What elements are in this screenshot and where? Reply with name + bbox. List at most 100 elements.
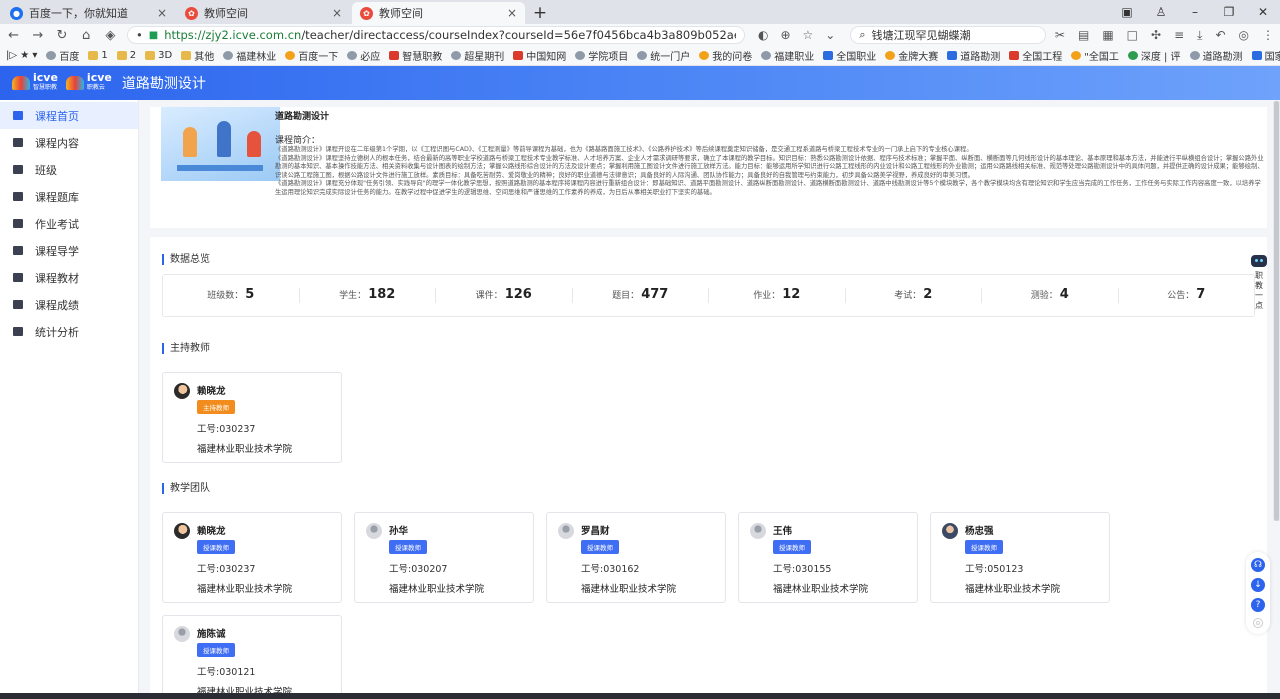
bookmark-item[interactable]: 其他 [181,48,214,63]
back-icon[interactable]: ← [6,28,21,43]
bookmark-item[interactable]: 福建职业 [761,48,814,63]
zjy-logo[interactable]: icve 职教云 [65,72,112,93]
stat-label: 考试： [894,291,922,301]
bookmark-item[interactable]: 统一门户 [637,48,690,63]
bookmark-item[interactable]: 福建林业 [223,48,276,63]
help-icon[interactable]: ? [1251,598,1265,612]
book-icon [13,138,23,147]
bookmark-item[interactable]: 智慧职教 [389,48,442,63]
download-icon[interactable]: ⤓ [1197,28,1202,43]
download-app-icon[interactable]: ↓ [1251,578,1265,592]
host-teacher-card[interactable]: 赖晓龙 主持教师 工号:030237 福建林业职业技术学院 [162,372,342,463]
minimize-button[interactable]: – [1178,0,1212,24]
sidebar-item[interactable]: 课程题库 [0,183,138,210]
cut-icon[interactable]: ✂ [1055,28,1065,43]
search-icon: ⌕ [859,28,866,41]
shirt-icon[interactable]: ♙ [1144,0,1178,24]
bookmark-star-icon[interactable]: ☆ [803,28,814,42]
bookmark-item[interactable]: 2 [116,50,136,61]
scrollbar[interactable] [1273,101,1280,521]
baidu-paw-icon: ● [10,6,23,20]
search-box[interactable]: ⌕ 钱塘江现罕见蝴蝶潮 [850,26,1046,44]
browser-tab-2[interactable]: ✿ 教师空间 × [177,2,350,24]
site-icon [575,51,586,60]
sidebar-item[interactable]: 课程首页 [0,102,138,129]
scrollbar-thumb[interactable] [1274,101,1279,521]
folder-icon [181,51,192,60]
bookmark-item[interactable]: 国家税务 [1251,48,1280,63]
bookmarks-toggle-icon[interactable]: |▷ ★ ▾ [6,50,37,61]
search-text: 钱塘江现罕见蝴蝶潮 [871,29,971,42]
team-member-card[interactable]: 孙华 授课教师 工号:030207 福建林业职业技术学院 [354,512,534,603]
translate-tool-icon[interactable]: ▤ [1078,28,1089,43]
url-bar[interactable]: • ■ https://zjy2.icve.com.cn/teacher/dir… [126,26,745,44]
scroll-top-icon[interactable]: ⊙ [1253,618,1263,628]
tab-list-icon[interactable]: ▣ [1110,0,1144,24]
bookmark-item[interactable]: 必应 [347,48,380,63]
team-member-card[interactable]: 赖晓龙 授课教师 工号:030237 福建林业职业技术学院 [162,512,342,603]
team-member-card[interactable]: 杨忠强 授课教师 工号:050123 福建林业职业技术学院 [930,512,1110,603]
bookmark-item[interactable]: 全国职业 [823,48,876,63]
url-actions: ◐ ⊕ ☆ ⌄ [758,28,835,42]
headset-icon[interactable]: ☊ [1251,558,1265,572]
site-icon [947,51,958,60]
window-icon[interactable]: □ [1127,28,1138,43]
teacher-name: 赖晓龙 [197,386,226,397]
translate-icon[interactable]: ◐ [758,28,768,42]
stat-item: 公告： 7 [1119,288,1255,303]
bookmark-item[interactable]: "全国工 [1071,48,1119,63]
sidebar-item[interactable]: 班级 [0,156,138,183]
assistant-widget[interactable]: 职教一点 [1248,255,1270,311]
statistics-icon [13,327,23,336]
sidebar-item[interactable]: 作业考试 [0,210,138,237]
url-text[interactable]: https://zjy2.icve.com.cn/teacher/directa… [164,28,736,42]
site-icon [1009,51,1020,60]
bookmark-item[interactable]: 百度一下 [285,48,338,63]
more-icon[interactable]: ⋮ [1262,28,1274,43]
bookmark-item[interactable]: 百度 [46,48,79,63]
bookmark-item[interactable]: 1 [88,50,108,61]
close-icon[interactable]: × [507,6,517,20]
bookmark-item[interactable]: 道路勘测 [947,48,1000,63]
bookmark-item[interactable]: 中国知网 [513,48,566,63]
forward-icon[interactable]: → [30,28,45,43]
teacher-name: 杨忠强 [965,526,994,537]
bookmark-item[interactable]: 学院项目 [575,48,628,63]
zoom-icon[interactable]: ⊕ [780,28,790,42]
menu-icon[interactable]: ≡ [1174,28,1184,43]
sidebar-item[interactable]: 课程成绩 [0,291,138,318]
bookmark-item[interactable]: 超星期刊 [451,48,504,63]
close-icon[interactable]: × [157,6,167,20]
bookmark-item[interactable]: 3D [145,50,172,61]
page-info-icon[interactable]: • [136,28,143,42]
sidebar-item[interactable]: 课程内容 [0,129,138,156]
puzzle-icon[interactable]: ✣ [1151,28,1161,43]
dropdown-icon[interactable]: ⌄ [825,28,835,42]
close-window-button[interactable]: ✕ [1246,0,1280,24]
bookmark-item[interactable]: 深度 | 评 [1127,48,1181,63]
sidebar-item[interactable]: 课程教材 [0,264,138,291]
team-member-card[interactable]: 王伟 授课教师 工号:030155 福建林业职业技术学院 [738,512,918,603]
browser-tab-1[interactable]: ● 百度一下，你就知道 × [2,2,175,24]
team-member-card[interactable]: 罗昌财 授课教师 工号:030162 福建林业职业技术学院 [546,512,726,603]
sidebar-item[interactable]: 课程导学 [0,237,138,264]
sidebar-item-label: 课程成绩 [35,298,79,312]
close-icon[interactable]: × [332,6,342,20]
browser-tab-3[interactable]: ✿ 教师空间 × [352,2,525,24]
sidebar-item[interactable]: 统计分析 [0,318,138,345]
maximize-button[interactable]: ❐ [1212,0,1246,24]
bookmark-item[interactable]: 金牌大赛 [885,48,938,63]
home-icon[interactable]: ⌂ [79,28,94,43]
bookmark-item[interactable]: 全国工程 [1009,48,1062,63]
screenshot-icon[interactable]: ▦ [1102,28,1113,43]
bookmark-item[interactable]: 道路勘测 [1189,48,1243,63]
edge-icon[interactable]: ◎ [1239,28,1249,43]
extension-icon[interactable]: ◈ [103,28,118,43]
reload-icon[interactable]: ↻ [54,28,69,43]
bookmark-item[interactable]: 我的问卷 [699,48,752,63]
undo-icon[interactable]: ↶ [1215,28,1225,43]
new-tab-button[interactable]: + [529,2,551,24]
icve-logo[interactable]: icve 智慧职教 [12,72,58,93]
teacher-id: 工号:030237 [197,564,256,575]
team-member-card[interactable]: 施陈诚授课教师工号:030121福建林业职业技术学院 [162,615,342,699]
